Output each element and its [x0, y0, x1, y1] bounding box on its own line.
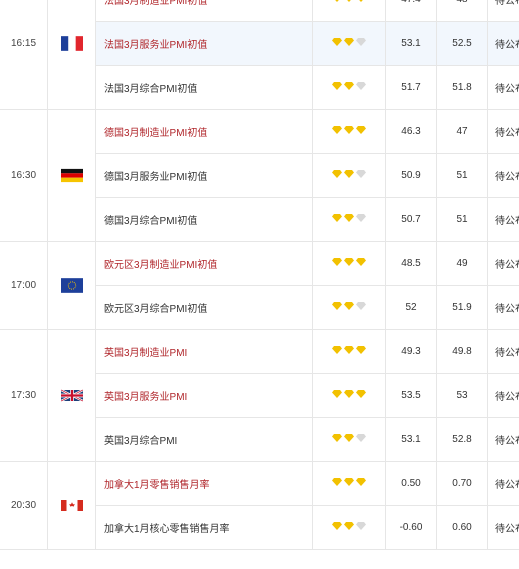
economic-calendar-table: 16:15法国3月制造业PMI初值47.448待公布法国3月服务业PMI初值53…: [0, 0, 519, 550]
france-flag-icon: [47, 0, 96, 110]
event-name[interactable]: 德国3月制造业PMI初值: [95, 109, 313, 154]
actual-value: 待公布: [487, 65, 519, 110]
forecast-value: 47: [436, 109, 488, 154]
previous-value: 48.5: [385, 241, 437, 286]
canada-flag-icon: [47, 461, 96, 550]
event-name[interactable]: 英国3月制造业PMI: [95, 329, 313, 374]
actual-value: 待公布: [487, 373, 519, 418]
forecast-value: 52.8: [436, 417, 488, 462]
actual-value: 待公布: [487, 197, 519, 242]
event-name[interactable]: 英国3月服务业PMI: [95, 373, 313, 418]
actual-value: 待公布: [487, 417, 519, 462]
importance-stars-icon: [312, 285, 386, 330]
event-name[interactable]: 法国3月制造业PMI初值: [95, 0, 313, 22]
germany-flag-icon: [47, 109, 96, 242]
importance-stars-icon: [312, 505, 386, 550]
previous-value: 53.1: [385, 21, 437, 66]
table-row[interactable]: 17:00 欧元区3月制造业PMI初值 48.549待公布: [0, 241, 519, 330]
event-time: 16:30: [0, 109, 48, 242]
actual-value: 待公布: [487, 285, 519, 330]
actual-value: 待公布: [487, 505, 519, 550]
importance-stars-icon: [312, 21, 386, 66]
importance-stars-icon: [312, 0, 386, 22]
importance-stars-icon: [312, 241, 386, 286]
event-name[interactable]: 法国3月综合PMI初值: [95, 65, 313, 110]
uk-flag-icon: [47, 329, 96, 462]
previous-value: 53.5: [385, 373, 437, 418]
actual-value: 待公布: [487, 329, 519, 374]
event-time: 17:30: [0, 329, 48, 462]
previous-value: 0.50: [385, 461, 437, 506]
importance-stars-icon: [312, 153, 386, 198]
table-row[interactable]: 20:30 加拿大1月零售销售月率 0.500.70待公布: [0, 461, 519, 550]
table-row[interactable]: 16:30德国3月制造业PMI初值46.347待公布: [0, 109, 519, 242]
event-time: 16:15: [0, 0, 48, 110]
importance-stars-icon: [312, 197, 386, 242]
forecast-value: 49: [436, 241, 488, 286]
eu-flag-icon: [47, 241, 96, 330]
previous-value: 50.9: [385, 153, 437, 198]
previous-value: 51.7: [385, 65, 437, 110]
previous-value: 49.3: [385, 329, 437, 374]
event-name[interactable]: 加拿大1月零售销售月率: [95, 461, 313, 506]
event-name[interactable]: 德国3月综合PMI初值: [95, 197, 313, 242]
actual-value: 待公布: [487, 109, 519, 154]
importance-stars-icon: [312, 373, 386, 418]
previous-value: 52: [385, 285, 437, 330]
previous-value: -0.60: [385, 505, 437, 550]
event-name[interactable]: 加拿大1月核心零售销售月率: [95, 505, 313, 550]
importance-stars-icon: [312, 417, 386, 462]
table-row[interactable]: 17:30英国3月制造业PMI49.349.8待公布: [0, 329, 519, 462]
importance-stars-icon: [312, 329, 386, 374]
actual-value: 待公布: [487, 241, 519, 286]
forecast-value: 48: [436, 0, 488, 22]
importance-stars-icon: [312, 109, 386, 154]
forecast-value: 49.8: [436, 329, 488, 374]
forecast-value: 51.8: [436, 65, 488, 110]
actual-value: 待公布: [487, 0, 519, 22]
forecast-value: 52.5: [436, 21, 488, 66]
actual-value: 待公布: [487, 461, 519, 506]
forecast-value: 51.9: [436, 285, 488, 330]
forecast-value: 51: [436, 153, 488, 198]
previous-value: 46.3: [385, 109, 437, 154]
table-row[interactable]: 16:15法国3月制造业PMI初值47.448待公布: [0, 0, 519, 110]
forecast-value: 51: [436, 197, 488, 242]
event-name[interactable]: 德国3月服务业PMI初值: [95, 153, 313, 198]
importance-stars-icon: [312, 461, 386, 506]
event-time: 17:00: [0, 241, 48, 330]
forecast-value: 0.60: [436, 505, 488, 550]
previous-value: 50.7: [385, 197, 437, 242]
actual-value: 待公布: [487, 21, 519, 66]
event-time: 20:30: [0, 461, 48, 550]
forecast-value: 53: [436, 373, 488, 418]
event-name[interactable]: 英国3月综合PMI: [95, 417, 313, 462]
forecast-value: 0.70: [436, 461, 488, 506]
event-name[interactable]: 欧元区3月制造业PMI初值: [95, 241, 313, 286]
event-name[interactable]: 欧元区3月综合PMI初值: [95, 285, 313, 330]
previous-value: 53.1: [385, 417, 437, 462]
importance-stars-icon: [312, 65, 386, 110]
previous-value: 47.4: [385, 0, 437, 22]
event-name[interactable]: 法国3月服务业PMI初值: [95, 21, 313, 66]
actual-value: 待公布: [487, 153, 519, 198]
